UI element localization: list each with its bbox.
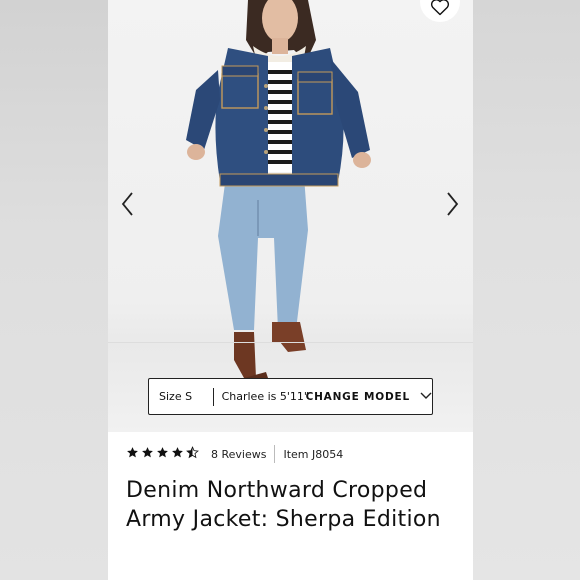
model-photo-illustration [186,0,371,378]
previous-image-button[interactable] [118,190,138,218]
star-icon [126,446,139,462]
star-icon [171,446,184,462]
size-label: Size S [159,390,193,403]
right-backdrop [473,0,580,580]
chevron-left-icon [118,192,138,222]
divider [274,445,276,463]
chevron-down-icon [420,390,432,403]
rating-row: 8 Reviews Item J8054 [126,444,343,464]
item-number: Item J8054 [283,447,344,461]
star-icon [141,446,154,462]
change-model-button[interactable]: CHANGE MODEL [306,391,410,403]
next-image-button[interactable] [442,190,462,218]
model-size-selector[interactable]: Size S Charlee is 5'11" CHANGE MODEL [148,378,433,415]
product-title: Denim Northward Cropped Army Jacket: She… [126,478,441,532]
left-backdrop [0,0,108,580]
star-icon [156,446,169,462]
floor-line [108,342,473,343]
heart-icon [430,0,450,20]
product-screen: Size S Charlee is 5'11" CHANGE MODEL 8 R… [108,0,473,580]
product-image[interactable]: Size S Charlee is 5'11" CHANGE MODEL [108,0,473,432]
star-rating[interactable] [126,446,199,462]
star-half-icon [186,446,199,462]
model-info: Charlee is 5'11" [221,390,309,403]
chevron-right-icon [442,192,462,222]
reviews-link[interactable]: 8 Reviews [211,448,266,461]
